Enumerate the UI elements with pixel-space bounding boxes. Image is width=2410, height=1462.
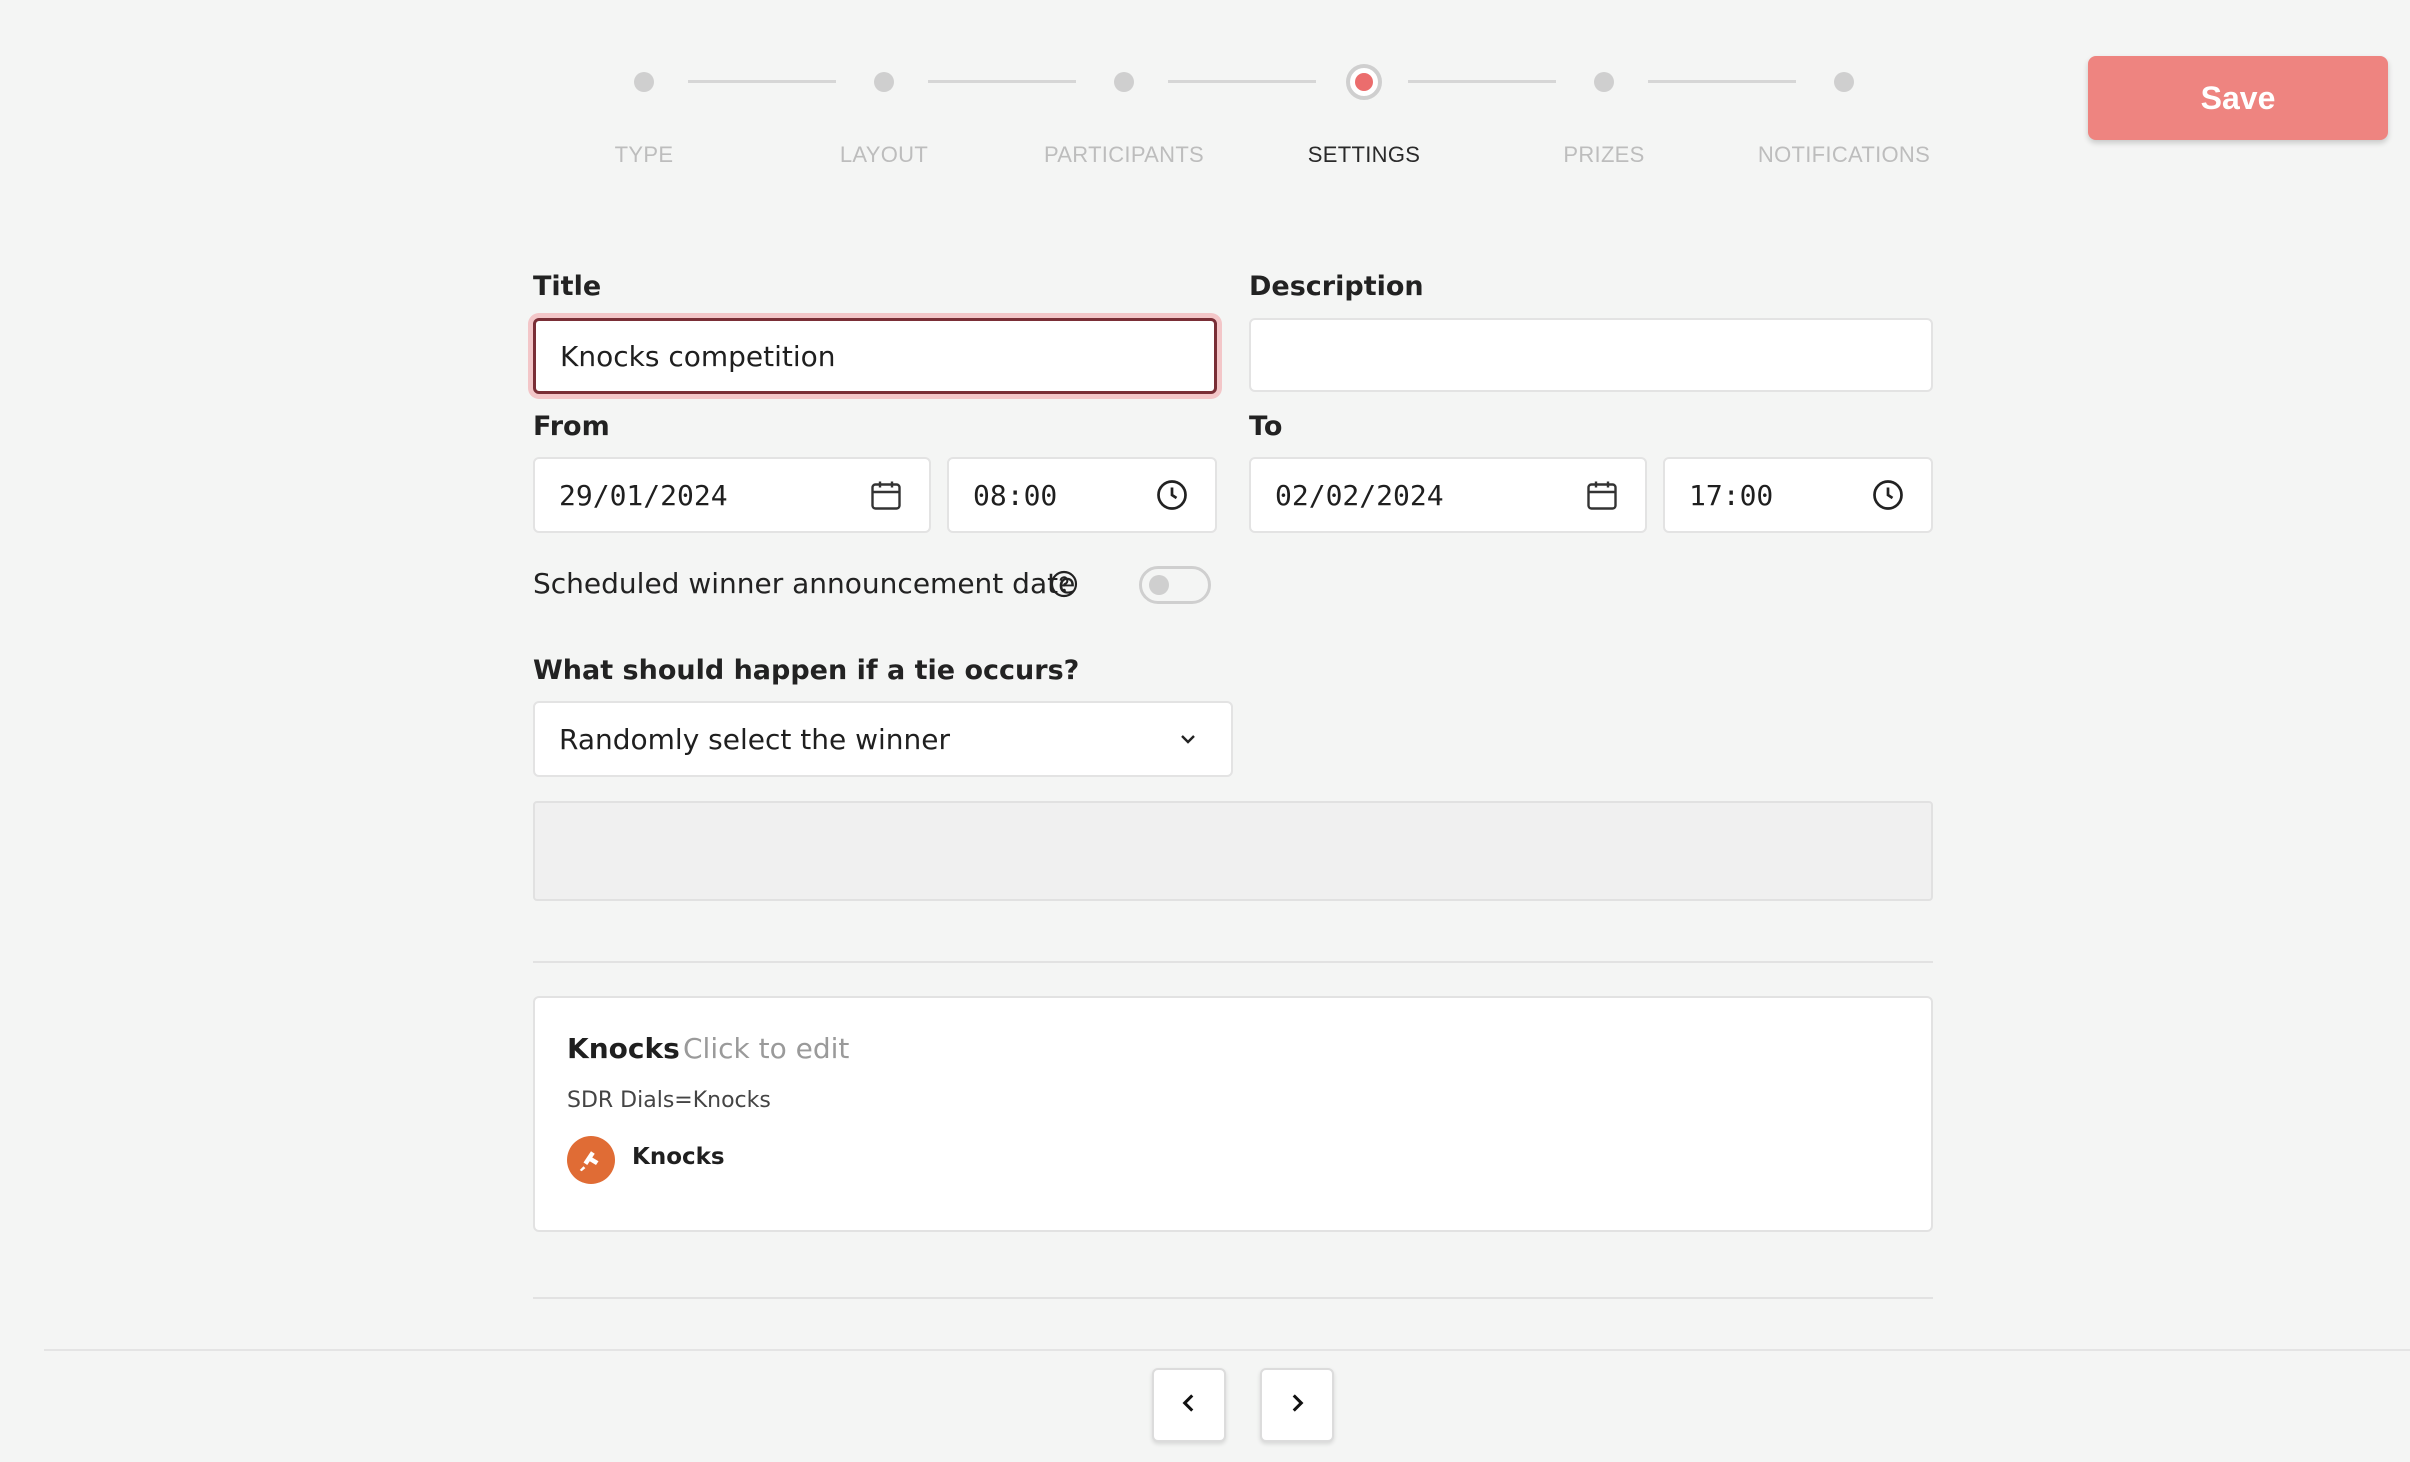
progress-stepper: TYPE LAYOUT PARTICIPANTS SETTINGS PRIZES… bbox=[0, 0, 2410, 190]
title-label: Title bbox=[533, 271, 602, 302]
clock-icon[interactable] bbox=[1153, 476, 1191, 514]
metric-item-name: Knocks bbox=[632, 1144, 725, 1170]
scheduled-announcement-toggle[interactable] bbox=[1139, 566, 1211, 604]
info-panel bbox=[533, 801, 1933, 901]
step-connector bbox=[928, 80, 1076, 83]
metric-card-title: Knocks bbox=[567, 1032, 680, 1065]
chevron-right-icon bbox=[1284, 1390, 1310, 1420]
clock-icon[interactable] bbox=[1869, 476, 1907, 514]
tie-label: What should happen if a tie occurs? bbox=[533, 655, 1080, 686]
to-date-input[interactable]: 02/02/2024 bbox=[1249, 457, 1647, 533]
step-connector bbox=[1648, 80, 1796, 83]
help-circle-icon[interactable] bbox=[1048, 568, 1080, 600]
next-step-button[interactable] bbox=[1260, 1368, 1334, 1442]
step-dot-settings[interactable] bbox=[1346, 64, 1382, 100]
step-connector bbox=[688, 80, 836, 83]
step-label-layout[interactable]: LAYOUT bbox=[840, 142, 928, 168]
description-input[interactable] bbox=[1249, 318, 1933, 392]
chevron-left-icon bbox=[1176, 1390, 1202, 1420]
to-date-value: 02/02/2024 bbox=[1275, 478, 1444, 512]
step-connector bbox=[1408, 80, 1556, 83]
from-date-value: 29/01/2024 bbox=[559, 478, 728, 512]
step-connector bbox=[1168, 80, 1316, 83]
scheduled-announcement-label: Scheduled winner announcement date bbox=[533, 567, 1076, 600]
step-dot-type[interactable] bbox=[634, 72, 654, 92]
from-label: From bbox=[533, 411, 610, 442]
to-time-input[interactable]: 17:00 bbox=[1663, 457, 1933, 533]
chevron-down-icon bbox=[1169, 720, 1207, 758]
step-dot-participants[interactable] bbox=[1114, 72, 1134, 92]
step-label-participants[interactable]: PARTICIPANTS bbox=[1044, 142, 1204, 168]
to-label: To bbox=[1249, 411, 1283, 442]
metric-card-subtitle: SDR Dials=Knocks bbox=[567, 1088, 771, 1113]
step-dot-notifications[interactable] bbox=[1834, 72, 1854, 92]
step-label-type[interactable]: TYPE bbox=[615, 142, 674, 168]
from-time-input[interactable]: 08:00 bbox=[947, 457, 1217, 533]
tie-select[interactable]: Randomly select the winner bbox=[533, 701, 1233, 777]
step-label-settings[interactable]: SETTINGS bbox=[1308, 142, 1420, 168]
step-dot-layout[interactable] bbox=[874, 72, 894, 92]
step-dot-prizes[interactable] bbox=[1594, 72, 1614, 92]
step-label-notifications[interactable]: NOTIFICATIONS bbox=[1758, 142, 1930, 168]
calendar-icon[interactable] bbox=[1583, 476, 1621, 514]
divider bbox=[533, 1297, 1933, 1299]
from-date-input[interactable]: 29/01/2024 bbox=[533, 457, 931, 533]
knocks-icon bbox=[567, 1136, 615, 1184]
description-label: Description bbox=[1249, 271, 1424, 302]
metric-card[interactable]: Knocks Click to edit SDR Dials=Knocks Kn… bbox=[533, 996, 1933, 1232]
previous-step-button[interactable] bbox=[1152, 1368, 1226, 1442]
title-input[interactable]: Knocks competition bbox=[533, 318, 1217, 394]
from-time-value: 08:00 bbox=[973, 478, 1058, 512]
step-label-prizes[interactable]: PRIZES bbox=[1563, 142, 1644, 168]
calendar-icon[interactable] bbox=[867, 476, 905, 514]
to-time-value: 17:00 bbox=[1689, 478, 1774, 512]
bottom-navigation-bar bbox=[44, 1349, 2410, 1462]
divider bbox=[533, 961, 1933, 963]
title-input-value: Knocks competition bbox=[560, 339, 836, 373]
tie-select-value: Randomly select the winner bbox=[559, 722, 951, 756]
toggle-knob bbox=[1149, 575, 1169, 595]
save-button[interactable]: Save bbox=[2088, 56, 2388, 140]
metric-card-edit-hint[interactable]: Click to edit bbox=[683, 1032, 849, 1065]
